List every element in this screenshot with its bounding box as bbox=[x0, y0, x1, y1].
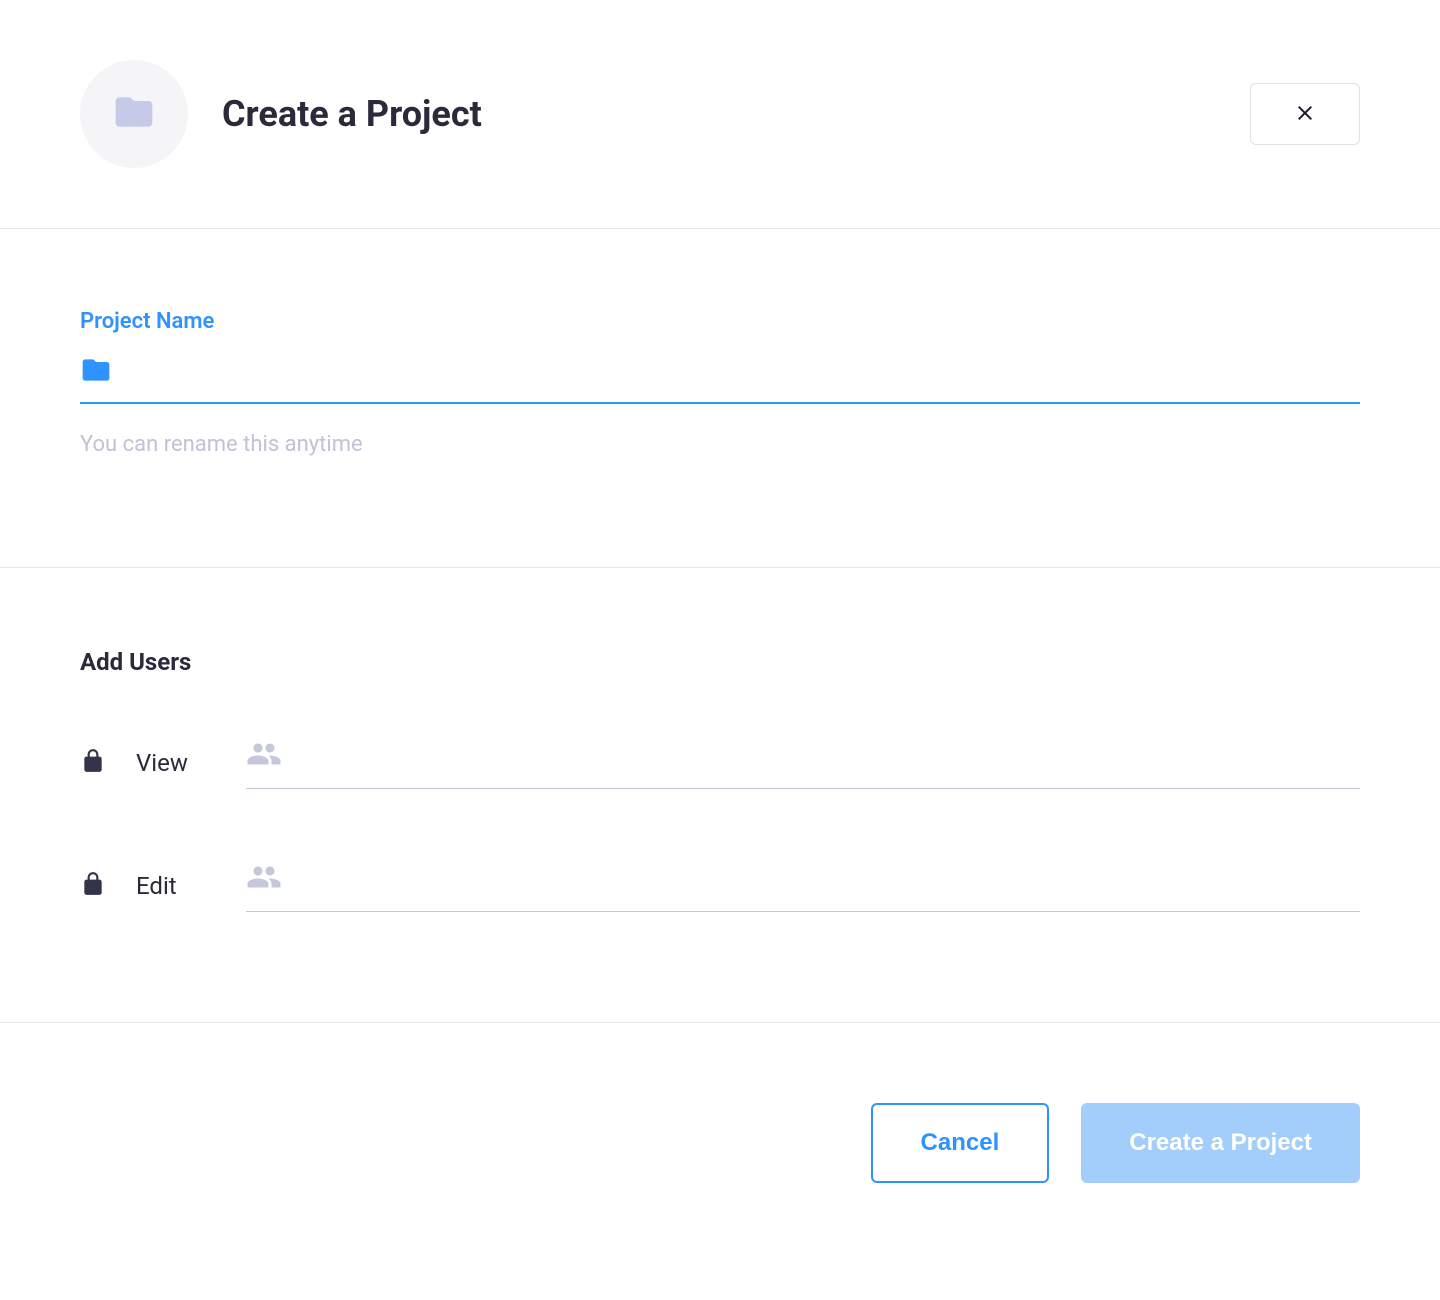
project-name-input[interactable] bbox=[126, 359, 1360, 385]
folder-icon bbox=[112, 90, 156, 138]
modal-header: Create a Project bbox=[0, 0, 1440, 229]
add-users-section: Add Users View Edit bbox=[0, 568, 1440, 1023]
permission-row-view: View bbox=[80, 736, 1360, 789]
users-input-wrap-edit bbox=[246, 859, 1360, 912]
project-name-helper: You can rename this anytime bbox=[80, 432, 1360, 457]
create-project-modal: Create a Project Project Name You can re… bbox=[0, 0, 1440, 1263]
project-name-input-row bbox=[80, 354, 1360, 404]
header-icon-circle bbox=[80, 60, 188, 168]
add-users-title: Add Users bbox=[80, 648, 1360, 676]
folder-icon bbox=[80, 354, 112, 390]
permission-label-view: View bbox=[136, 749, 216, 777]
close-icon bbox=[1293, 101, 1317, 128]
modal-footer: Cancel Create a Project bbox=[0, 1023, 1440, 1263]
users-icon bbox=[246, 736, 282, 776]
project-name-section: Project Name You can rename this anytime bbox=[0, 229, 1440, 568]
users-icon bbox=[246, 859, 282, 899]
lock-icon bbox=[80, 871, 106, 901]
project-name-label: Project Name bbox=[80, 309, 1360, 334]
view-users-input[interactable] bbox=[294, 745, 1360, 768]
lock-icon bbox=[80, 748, 106, 778]
edit-users-input[interactable] bbox=[294, 868, 1360, 891]
users-input-wrap-view bbox=[246, 736, 1360, 789]
permission-label-edit: Edit bbox=[136, 872, 216, 900]
modal-title: Create a Project bbox=[222, 93, 482, 135]
permission-row-edit: Edit bbox=[80, 859, 1360, 912]
close-button[interactable] bbox=[1250, 83, 1360, 145]
cancel-button[interactable]: Cancel bbox=[871, 1103, 1050, 1183]
create-project-button[interactable]: Create a Project bbox=[1081, 1103, 1360, 1183]
header-left: Create a Project bbox=[80, 60, 482, 168]
